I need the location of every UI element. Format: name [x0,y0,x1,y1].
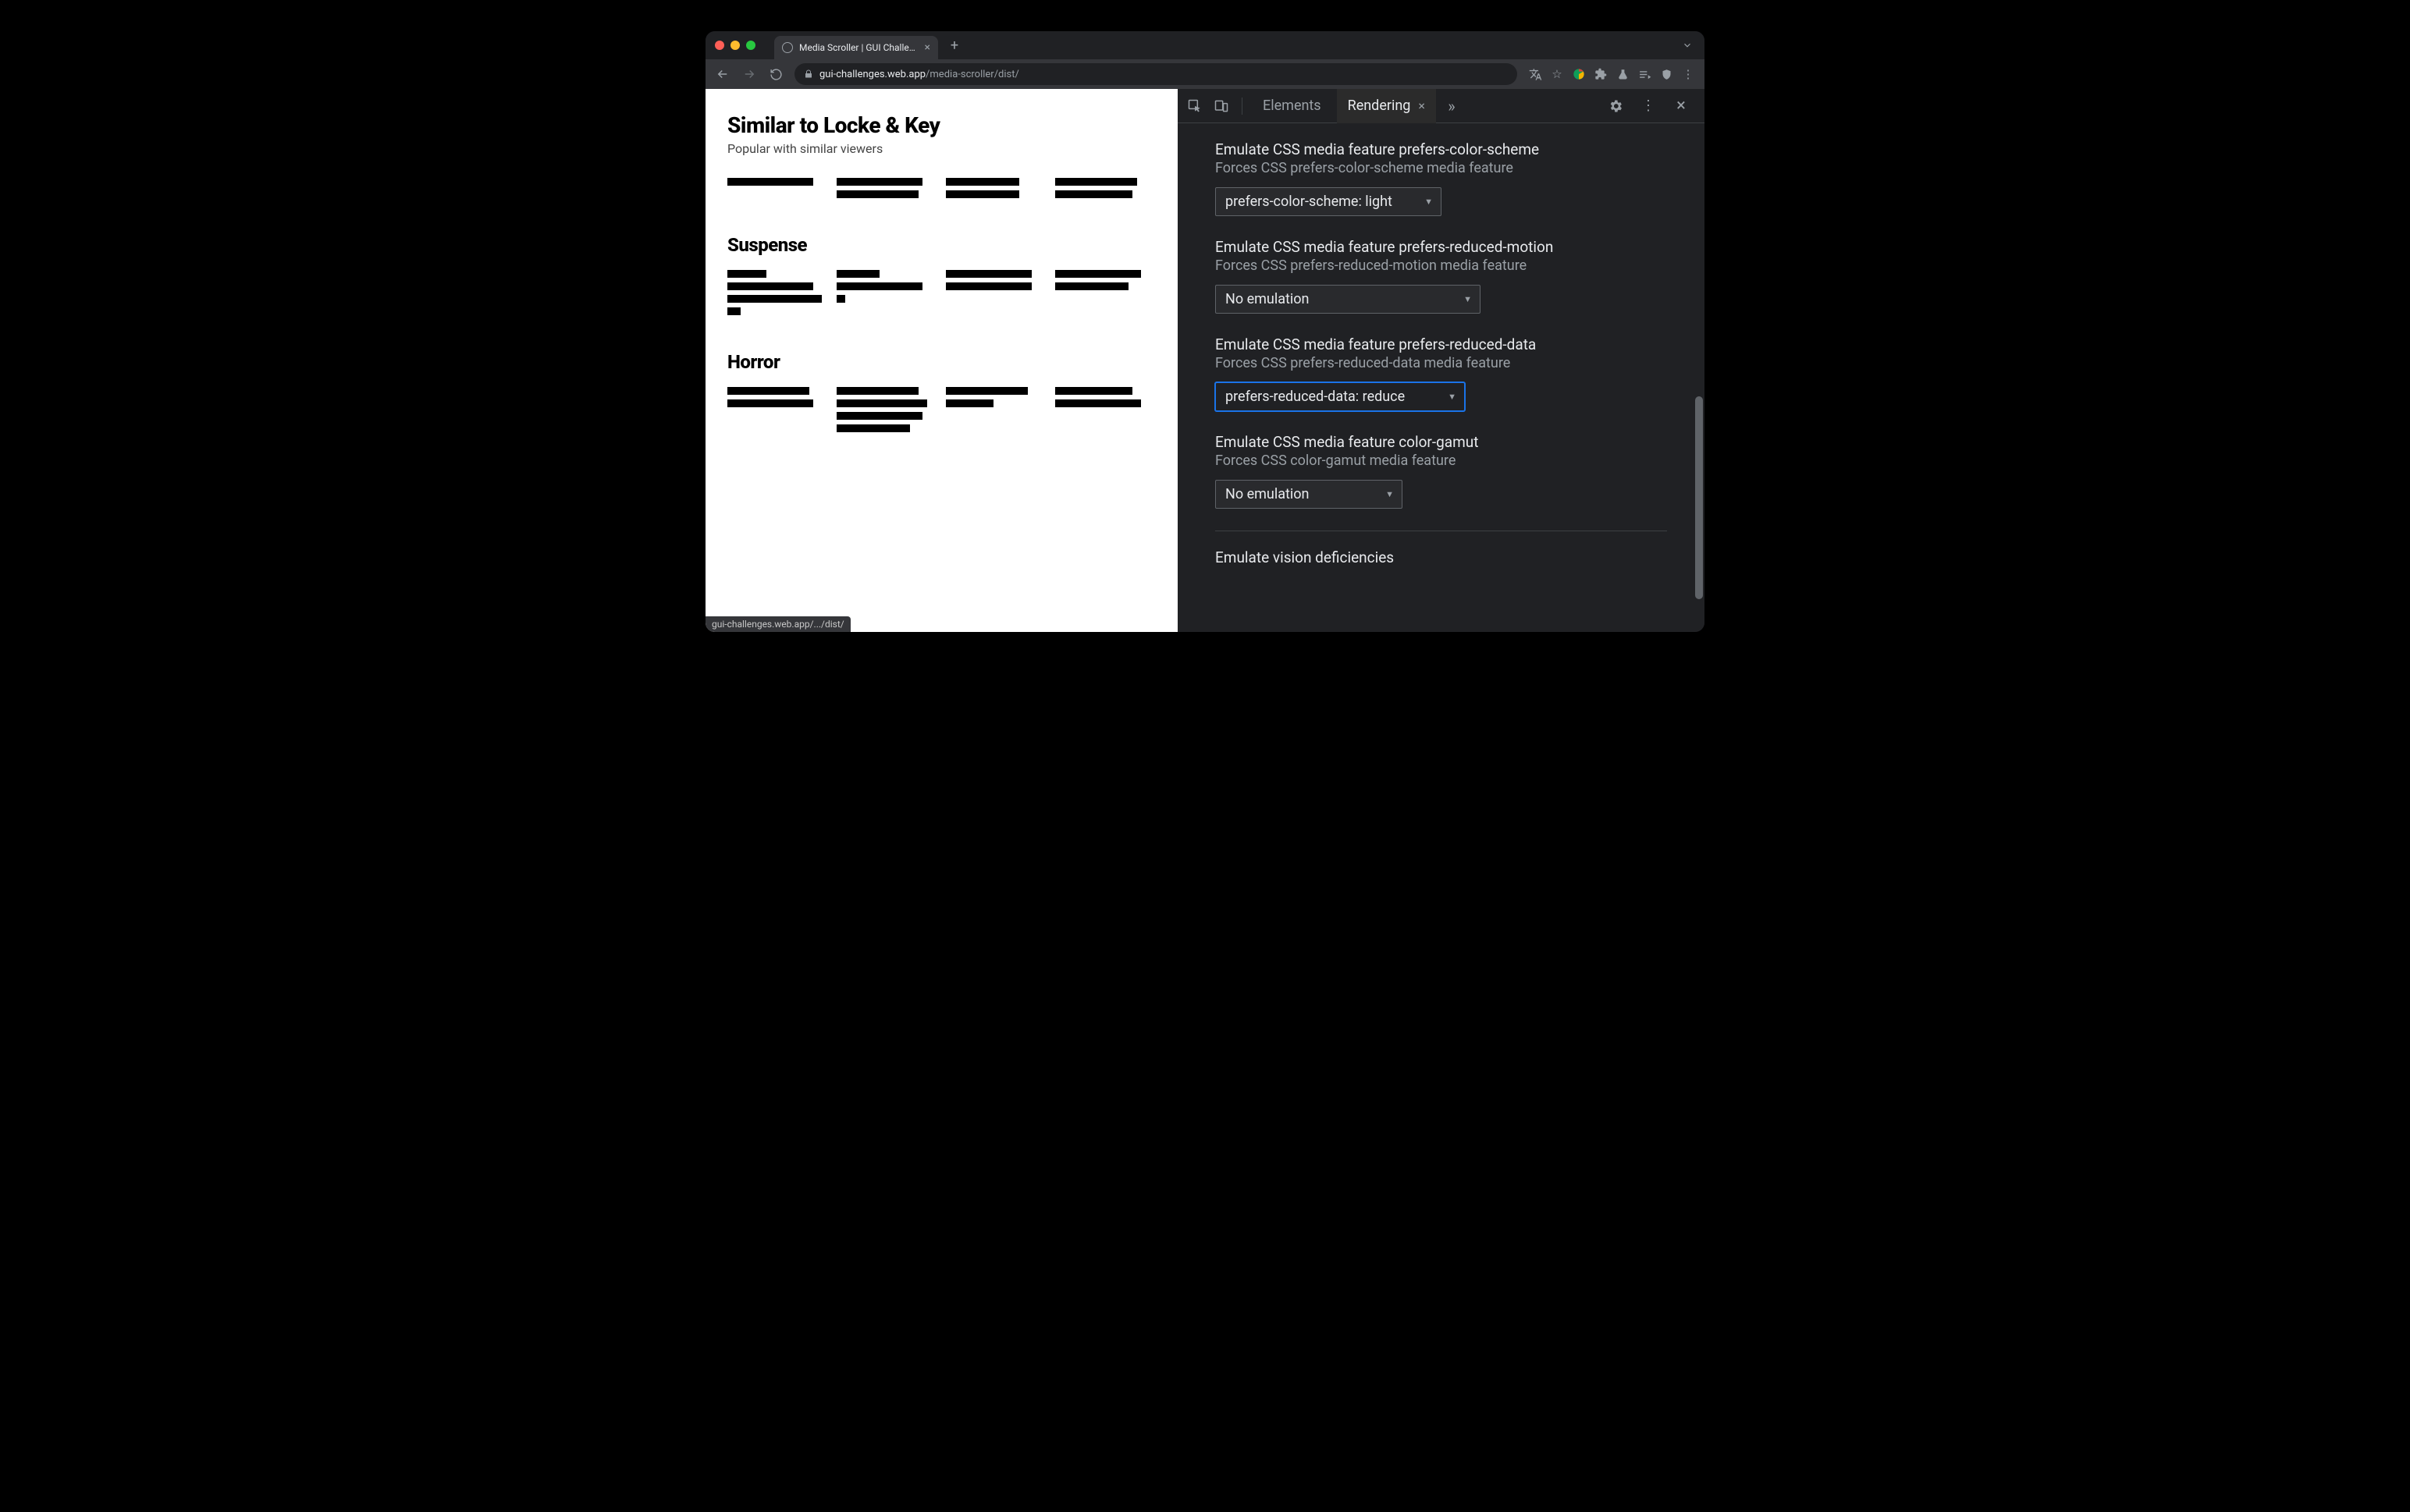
devtools-tabbar: Elements Rendering × » ⋮ × [1178,89,1704,123]
menu-kebab-icon[interactable]: ⋮ [1681,67,1695,81]
section-subtitle: Popular with similar viewers [727,141,1156,156]
window-controls [715,41,755,50]
titlebar: Media Scroller | GUI Challenges × + [706,31,1704,59]
close-tab-icon[interactable]: × [1418,98,1425,113]
extension-playlist-icon[interactable] [1637,67,1651,81]
close-window-button[interactable] [715,41,724,50]
chevron-down-icon: ▼ [1424,197,1433,207]
forward-button[interactable] [738,63,760,85]
extensions-puzzle-icon[interactable] [1594,67,1608,81]
tab-title: Media Scroller | GUI Challenges [799,42,919,53]
media-card[interactable] [837,270,922,320]
section-title: Suspense [727,234,1156,256]
rendered-page: Similar to Locke & Key Popular with simi… [706,89,1178,632]
setting-prefers-reduced-data: Emulate CSS media feature prefers-reduce… [1215,335,1667,411]
select-prefers-color-scheme[interactable]: prefers-color-scheme: light ▼ [1215,187,1441,216]
browser-tab[interactable]: Media Scroller | GUI Challenges × [774,36,938,59]
section-title: Horror [727,351,1156,373]
toolbar: gui-challenges.web.app/media-scroller/di… [706,59,1704,89]
reload-button[interactable] [765,63,787,85]
tab-elements[interactable]: Elements [1252,89,1332,123]
status-bar: gui-challenges.web.app/.../dist/ [706,616,851,632]
chevron-down-icon: ▼ [1385,489,1394,499]
setting-description: Forces CSS color-gamut media feature [1215,453,1667,469]
address-bar[interactable]: gui-challenges.web.app/media-scroller/di… [794,63,1517,85]
setting-prefers-reduced-motion: Emulate CSS media feature prefers-reduce… [1215,238,1667,314]
device-toggle-icon[interactable] [1210,95,1232,117]
maximize-window-button[interactable] [746,41,755,50]
scrollbar-thumb[interactable] [1695,396,1703,599]
media-card[interactable] [1055,178,1141,203]
settings-gear-icon[interactable] [1605,95,1626,117]
setting-title: Emulate CSS media feature color-gamut [1215,433,1667,451]
extension-color-icon[interactable] [1572,67,1586,81]
media-card[interactable] [727,178,813,203]
setting-description: Forces CSS prefers-reduced-data media fe… [1215,355,1667,371]
media-card[interactable] [727,387,813,437]
media-card[interactable] [1055,270,1141,320]
minimize-window-button[interactable] [730,41,740,50]
section-title: Similar to Locke & Key [727,112,1156,138]
media-card[interactable] [946,178,1032,203]
media-card[interactable] [946,387,1032,437]
setting-prefers-color-scheme: Emulate CSS media feature prefers-color-… [1215,140,1667,216]
media-card[interactable] [727,270,813,320]
translate-icon[interactable] [1528,67,1542,81]
devtools-panel: Elements Rendering × » ⋮ × [1178,89,1704,632]
setting-description: Forces CSS prefers-color-scheme media fe… [1215,160,1667,176]
close-devtools-icon[interactable]: × [1670,95,1692,117]
setting-title: Emulate CSS media feature prefers-reduce… [1215,335,1667,353]
lock-icon [804,69,813,79]
setting-vision-deficiencies: Emulate vision deficiencies [1215,548,1667,566]
new-tab-button[interactable]: + [944,35,965,55]
setting-title: Emulate CSS media feature prefers-color-… [1215,140,1667,158]
inspect-element-icon[interactable] [1184,95,1206,117]
select-prefers-reduced-motion[interactable]: No emulation ▼ [1215,285,1480,314]
media-card[interactable] [837,387,922,437]
media-scroller[interactable] [727,387,1156,437]
rendering-panel: Emulate CSS media feature prefers-color-… [1178,123,1704,632]
media-scroller[interactable] [727,270,1156,320]
chevron-down-icon: ▼ [1463,294,1472,304]
back-button[interactable] [712,63,734,85]
tabs-dropdown-button[interactable] [1680,37,1695,53]
tab-rendering[interactable]: Rendering × [1337,89,1436,123]
url-text: gui-challenges.web.app/media-scroller/di… [819,69,1019,80]
chevron-down-icon: ▼ [1448,392,1456,402]
select-prefers-reduced-data[interactable]: prefers-reduced-data: reduce ▼ [1215,382,1465,411]
toolbar-icons: ☆ ⋮ [1525,67,1698,81]
setting-title: Emulate vision deficiencies [1215,548,1667,566]
extension-flask-icon[interactable] [1616,67,1630,81]
media-card[interactable] [837,178,922,203]
setting-color-gamut: Emulate CSS media feature color-gamut Fo… [1215,433,1667,509]
media-card[interactable] [946,270,1032,320]
more-options-kebab-icon[interactable]: ⋮ [1637,95,1659,117]
media-card[interactable] [1055,387,1141,437]
setting-description: Forces CSS prefers-reduced-motion media … [1215,257,1667,274]
content-area: Similar to Locke & Key Popular with simi… [706,89,1704,632]
globe-icon [782,42,793,53]
setting-title: Emulate CSS media feature prefers-reduce… [1215,238,1667,256]
extension-shield-icon[interactable] [1659,67,1673,81]
more-tabs-icon[interactable]: » [1441,95,1463,117]
media-scroller[interactable] [727,178,1156,203]
select-color-gamut[interactable]: No emulation ▼ [1215,480,1402,509]
close-tab-button[interactable]: × [925,42,930,53]
bookmark-star-icon[interactable]: ☆ [1550,67,1564,81]
browser-window: Media Scroller | GUI Challenges × + gui-… [706,31,1704,632]
